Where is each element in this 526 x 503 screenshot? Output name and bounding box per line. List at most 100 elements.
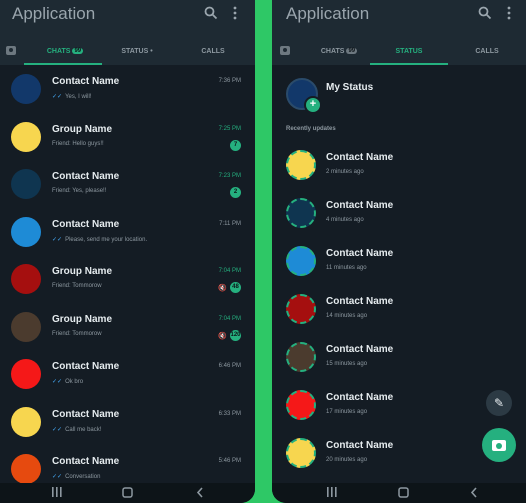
chat-name: Contact Name xyxy=(52,76,120,87)
unread-badge: 7 xyxy=(230,139,241,151)
tab-calls[interactable]: CALLS xyxy=(188,48,238,55)
chat-row[interactable]: Contact Name Friend: Yes, please!! 7:23 PM… xyxy=(0,161,255,209)
add-status-icon: + xyxy=(304,96,322,114)
active-tab-indicator xyxy=(24,63,102,65)
active-tab-indicator xyxy=(370,63,448,65)
chat-row[interactable]: Contact Name ✓✓ Yes, I will! 7:36 PM xyxy=(0,66,255,114)
status-row[interactable]: Contact Name 14 minutes ago xyxy=(272,288,526,332)
chat-time: 7:25 PM xyxy=(218,125,241,132)
message-text: Please, send me your location. xyxy=(65,236,148,243)
chat-row[interactable]: Contact Name ✓✓ Call me back! 6:33 PM xyxy=(0,399,255,447)
avatar xyxy=(286,294,316,324)
status-row[interactable]: Contact Name 15 minutes ago xyxy=(272,336,526,380)
avatar xyxy=(286,246,316,276)
message-text: Yes, I will! xyxy=(65,94,92,100)
status-time: 20 minutes ago xyxy=(326,457,368,463)
chat-message: ✓✓ Conversation xyxy=(52,473,100,480)
chat-message: ✓✓ Call me back! xyxy=(52,426,101,433)
search-icon[interactable] xyxy=(478,6,492,25)
tab-chats[interactable]: CHATS 99 xyxy=(312,48,366,55)
tab-status[interactable]: STATUS xyxy=(384,48,434,55)
camera-icon[interactable] xyxy=(280,46,290,55)
navigation-bar xyxy=(0,483,255,503)
recents-icon[interactable] xyxy=(326,487,338,500)
chat-name: Contact Name xyxy=(52,361,120,372)
message-text: Friend: Tommorow xyxy=(52,330,102,337)
message-text: Ok bro xyxy=(65,379,84,385)
camera-lens xyxy=(496,443,502,449)
chat-time: 7:36 PM xyxy=(218,78,241,84)
section-label: Recently updates xyxy=(286,126,336,132)
chat-message: ✓✓ Ok bro xyxy=(52,378,83,385)
home-icon[interactable] xyxy=(122,487,133,501)
avatar xyxy=(11,169,41,199)
tab-calls[interactable]: CALLS xyxy=(462,48,512,55)
avatar xyxy=(11,406,41,437)
status-screen: Application CHATS 99 STATUS CALLS + My St… xyxy=(272,0,526,503)
mute-icon: 🔇 xyxy=(218,332,227,340)
avatar xyxy=(286,198,316,228)
avatar xyxy=(11,264,41,294)
chat-time: 6:33 PM xyxy=(218,410,241,417)
message-text: Friend: Tommorow xyxy=(52,283,102,289)
chat-row[interactable]: Group Name Friend: Tommorow 7:04 PM 🔇 120 xyxy=(0,304,255,352)
camera-fab-button[interactable] xyxy=(482,428,516,462)
chat-name: Contact Name xyxy=(52,218,120,230)
tab-status[interactable]: STATUS • xyxy=(112,48,162,55)
status-name: Contact Name xyxy=(326,200,394,211)
recents-icon[interactable] xyxy=(51,487,63,500)
avatar xyxy=(286,342,316,372)
double-check-icon: ✓✓ xyxy=(52,379,63,385)
status-time: 15 minutes ago xyxy=(326,361,368,367)
status-name: Contact Name xyxy=(326,344,394,355)
avatar xyxy=(11,74,41,104)
message-text: Call me back! xyxy=(65,426,102,433)
chat-message: Friend: Hello guys!! xyxy=(52,141,104,147)
status-time: 14 minutes ago xyxy=(326,313,368,319)
more-vert-icon[interactable] xyxy=(506,6,512,25)
status-time: 4 minutes ago xyxy=(326,217,364,223)
status-name: Contact Name xyxy=(326,296,394,307)
search-icon[interactable] xyxy=(204,6,218,25)
chat-name: Group Name xyxy=(52,266,113,277)
tab-bar: CHATS 99 STATUS CALLS xyxy=(272,40,526,65)
tab-chats[interactable]: CHATS 99 xyxy=(40,48,90,55)
status-name: Contact Name xyxy=(326,440,394,451)
chat-time: 7:11 PM xyxy=(219,220,241,227)
avatar xyxy=(11,359,41,389)
unread-badge: 48 xyxy=(230,282,241,293)
chat-name: Group Name xyxy=(52,313,113,325)
status-name: Contact Name xyxy=(326,152,394,163)
app-title: Application xyxy=(12,4,96,23)
chat-row[interactable]: Group Name Friend: Tommorow 7:04 PM 🔇 48 xyxy=(0,256,255,304)
back-icon[interactable] xyxy=(470,487,478,501)
chat-row[interactable]: Group Name Friend: Hello guys!! 7:25 PM 7 xyxy=(0,114,255,162)
chat-name: Contact Name xyxy=(52,408,120,420)
status-row[interactable]: Contact Name 2 minutes ago xyxy=(272,144,526,188)
back-icon[interactable] xyxy=(196,487,204,501)
status-row[interactable]: Contact Name 4 minutes ago xyxy=(272,192,526,236)
double-check-icon: ✓✓ xyxy=(52,94,63,100)
unread-badge: 120 xyxy=(230,329,241,341)
chat-row[interactable]: Contact Name ✓✓ Please, send me your locat… xyxy=(0,209,255,257)
chat-time: 7:04 PM xyxy=(218,315,241,322)
more-vert-icon[interactable] xyxy=(232,6,238,25)
avatar xyxy=(286,438,316,468)
navigation-bar xyxy=(272,483,526,503)
chat-time: 7:04 PM xyxy=(218,268,241,274)
chat-time: 5:46 PM xyxy=(218,458,241,464)
pencil-icon[interactable]: ✎ xyxy=(486,390,512,416)
home-icon[interactable] xyxy=(398,487,409,501)
status-row[interactable]: Contact Name 11 minutes ago xyxy=(272,240,526,284)
status-time: 2 minutes ago xyxy=(326,169,364,175)
double-check-icon: ✓✓ xyxy=(52,426,63,433)
avatar xyxy=(11,216,41,247)
status-time: 17 minutes ago xyxy=(326,409,368,415)
message-text: Conversation xyxy=(65,474,101,480)
chat-time: 7:23 PM xyxy=(218,173,241,179)
app-bar: Application xyxy=(0,0,255,40)
camera-icon[interactable] xyxy=(6,46,16,55)
chat-row[interactable]: Contact Name ✓✓ Ok bro 6:46 PM xyxy=(0,351,255,399)
chat-name: Group Name xyxy=(52,123,113,135)
chats-screen: Application CHATS 99 STATUS • CALLS Conta… xyxy=(0,0,255,503)
